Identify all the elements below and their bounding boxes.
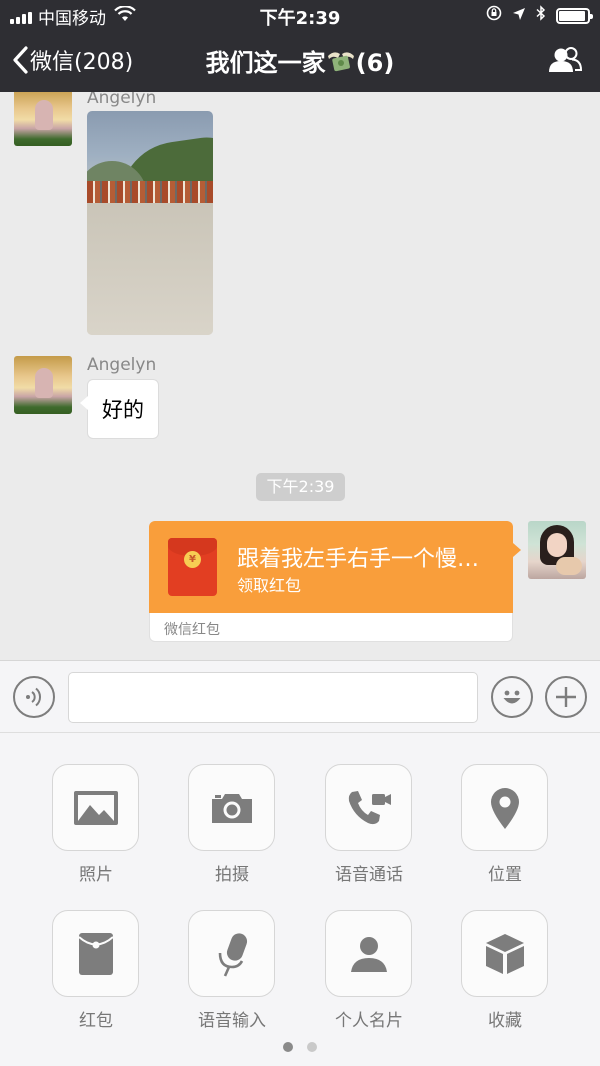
member-count: (6) (355, 49, 395, 77)
location-icon (490, 787, 519, 829)
status-bar: 中国移动 下午2:39 (0, 0, 600, 30)
chat-title: 我们这一家 (6) (0, 43, 600, 78)
sender-name: Angelyn (87, 355, 157, 375)
more-button[interactable] (545, 676, 587, 718)
tool-label: 个人名片 (335, 1011, 403, 1031)
chat-area[interactable]: Angelyn Angelyn 好的 下午2:39 ¥ 跟着我左手右手一个慢… … (0, 92, 600, 660)
favorites-icon (485, 933, 524, 974)
avatar[interactable] (14, 356, 72, 414)
money-with-wings-icon (326, 49, 356, 75)
red-packet-icon (77, 932, 114, 975)
tool-voice-call[interactable]: 语音通话 (325, 764, 413, 885)
red-packet-footer-label: 微信红包 (164, 622, 220, 638)
emoji-button[interactable] (491, 676, 533, 718)
tool-contact-card[interactable]: 个人名片 (325, 910, 413, 1031)
contact-card-icon (350, 936, 387, 972)
page-dot-1[interactable] (283, 1042, 293, 1052)
red-packet-footer: 微信红包 (149, 613, 513, 642)
voice-icon (26, 687, 42, 707)
tool-label: 拍摄 (215, 865, 249, 885)
my-avatar[interactable] (528, 521, 586, 579)
tool-location[interactable]: 位置 (461, 764, 549, 885)
top-bar: 中国移动 下午2:39 微信(208) 我们这一家 (6) (0, 0, 600, 92)
timestamp: 下午2:39 (256, 473, 345, 501)
red-packet-subtitle: 领取红包 (237, 576, 302, 595)
sender-name: Angelyn (87, 92, 157, 108)
avatar[interactable] (14, 92, 72, 146)
tool-camera[interactable]: 拍摄 (188, 764, 276, 885)
text-message[interactable]: 好的 (80, 379, 159, 439)
plus-icon (556, 687, 576, 707)
tool-label: 红包 (79, 1011, 113, 1031)
message-input[interactable] (68, 672, 478, 723)
nav-bar: 微信(208) 我们这一家 (6) (0, 30, 600, 92)
location-arrow-icon (512, 6, 526, 26)
tool-label: 位置 (488, 865, 522, 885)
page-indicator[interactable] (283, 1042, 317, 1052)
camera-icon (211, 793, 252, 823)
tool-label: 语音通话 (335, 865, 403, 885)
emoji-icon (503, 690, 521, 704)
battery-icon (556, 7, 593, 24)
video-call-icon (348, 790, 391, 824)
microphone-icon (218, 932, 247, 977)
tool-red-packet[interactable]: 红包 (52, 910, 140, 1031)
photo-icon (73, 790, 118, 825)
tool-voice-input[interactable]: 语音输入 (188, 910, 276, 1031)
bluetooth-icon (536, 5, 546, 26)
chat-title-text: 我们这一家 (205, 49, 326, 77)
input-bar (0, 660, 600, 733)
red-packet-title: 跟着我左手右手一个慢… (237, 547, 480, 572)
status-right (486, 5, 593, 26)
page-dot-2[interactable] (307, 1042, 317, 1052)
red-packet-message[interactable]: ¥ 跟着我左手右手一个慢… 领取红包 微信红包 (149, 521, 521, 642)
image-message[interactable] (87, 111, 213, 335)
tool-photo[interactable]: 照片 (52, 764, 140, 885)
tool-label: 语音输入 (198, 1011, 266, 1031)
tool-label: 收藏 (488, 1011, 522, 1031)
red-packet-body: ¥ 跟着我左手右手一个慢… 领取红包 (149, 521, 521, 613)
people-icon[interactable] (548, 46, 583, 78)
voice-button[interactable] (13, 676, 55, 718)
attachment-panel: 照片 拍摄 语音通话 位置 红包 语音输入 个人名片 收藏 (0, 733, 600, 1066)
tool-label: 照片 (79, 865, 113, 885)
red-packet-icon: ¥ (168, 538, 217, 596)
tool-favorites[interactable]: 收藏 (461, 910, 549, 1031)
orientation-lock-icon (486, 5, 502, 26)
